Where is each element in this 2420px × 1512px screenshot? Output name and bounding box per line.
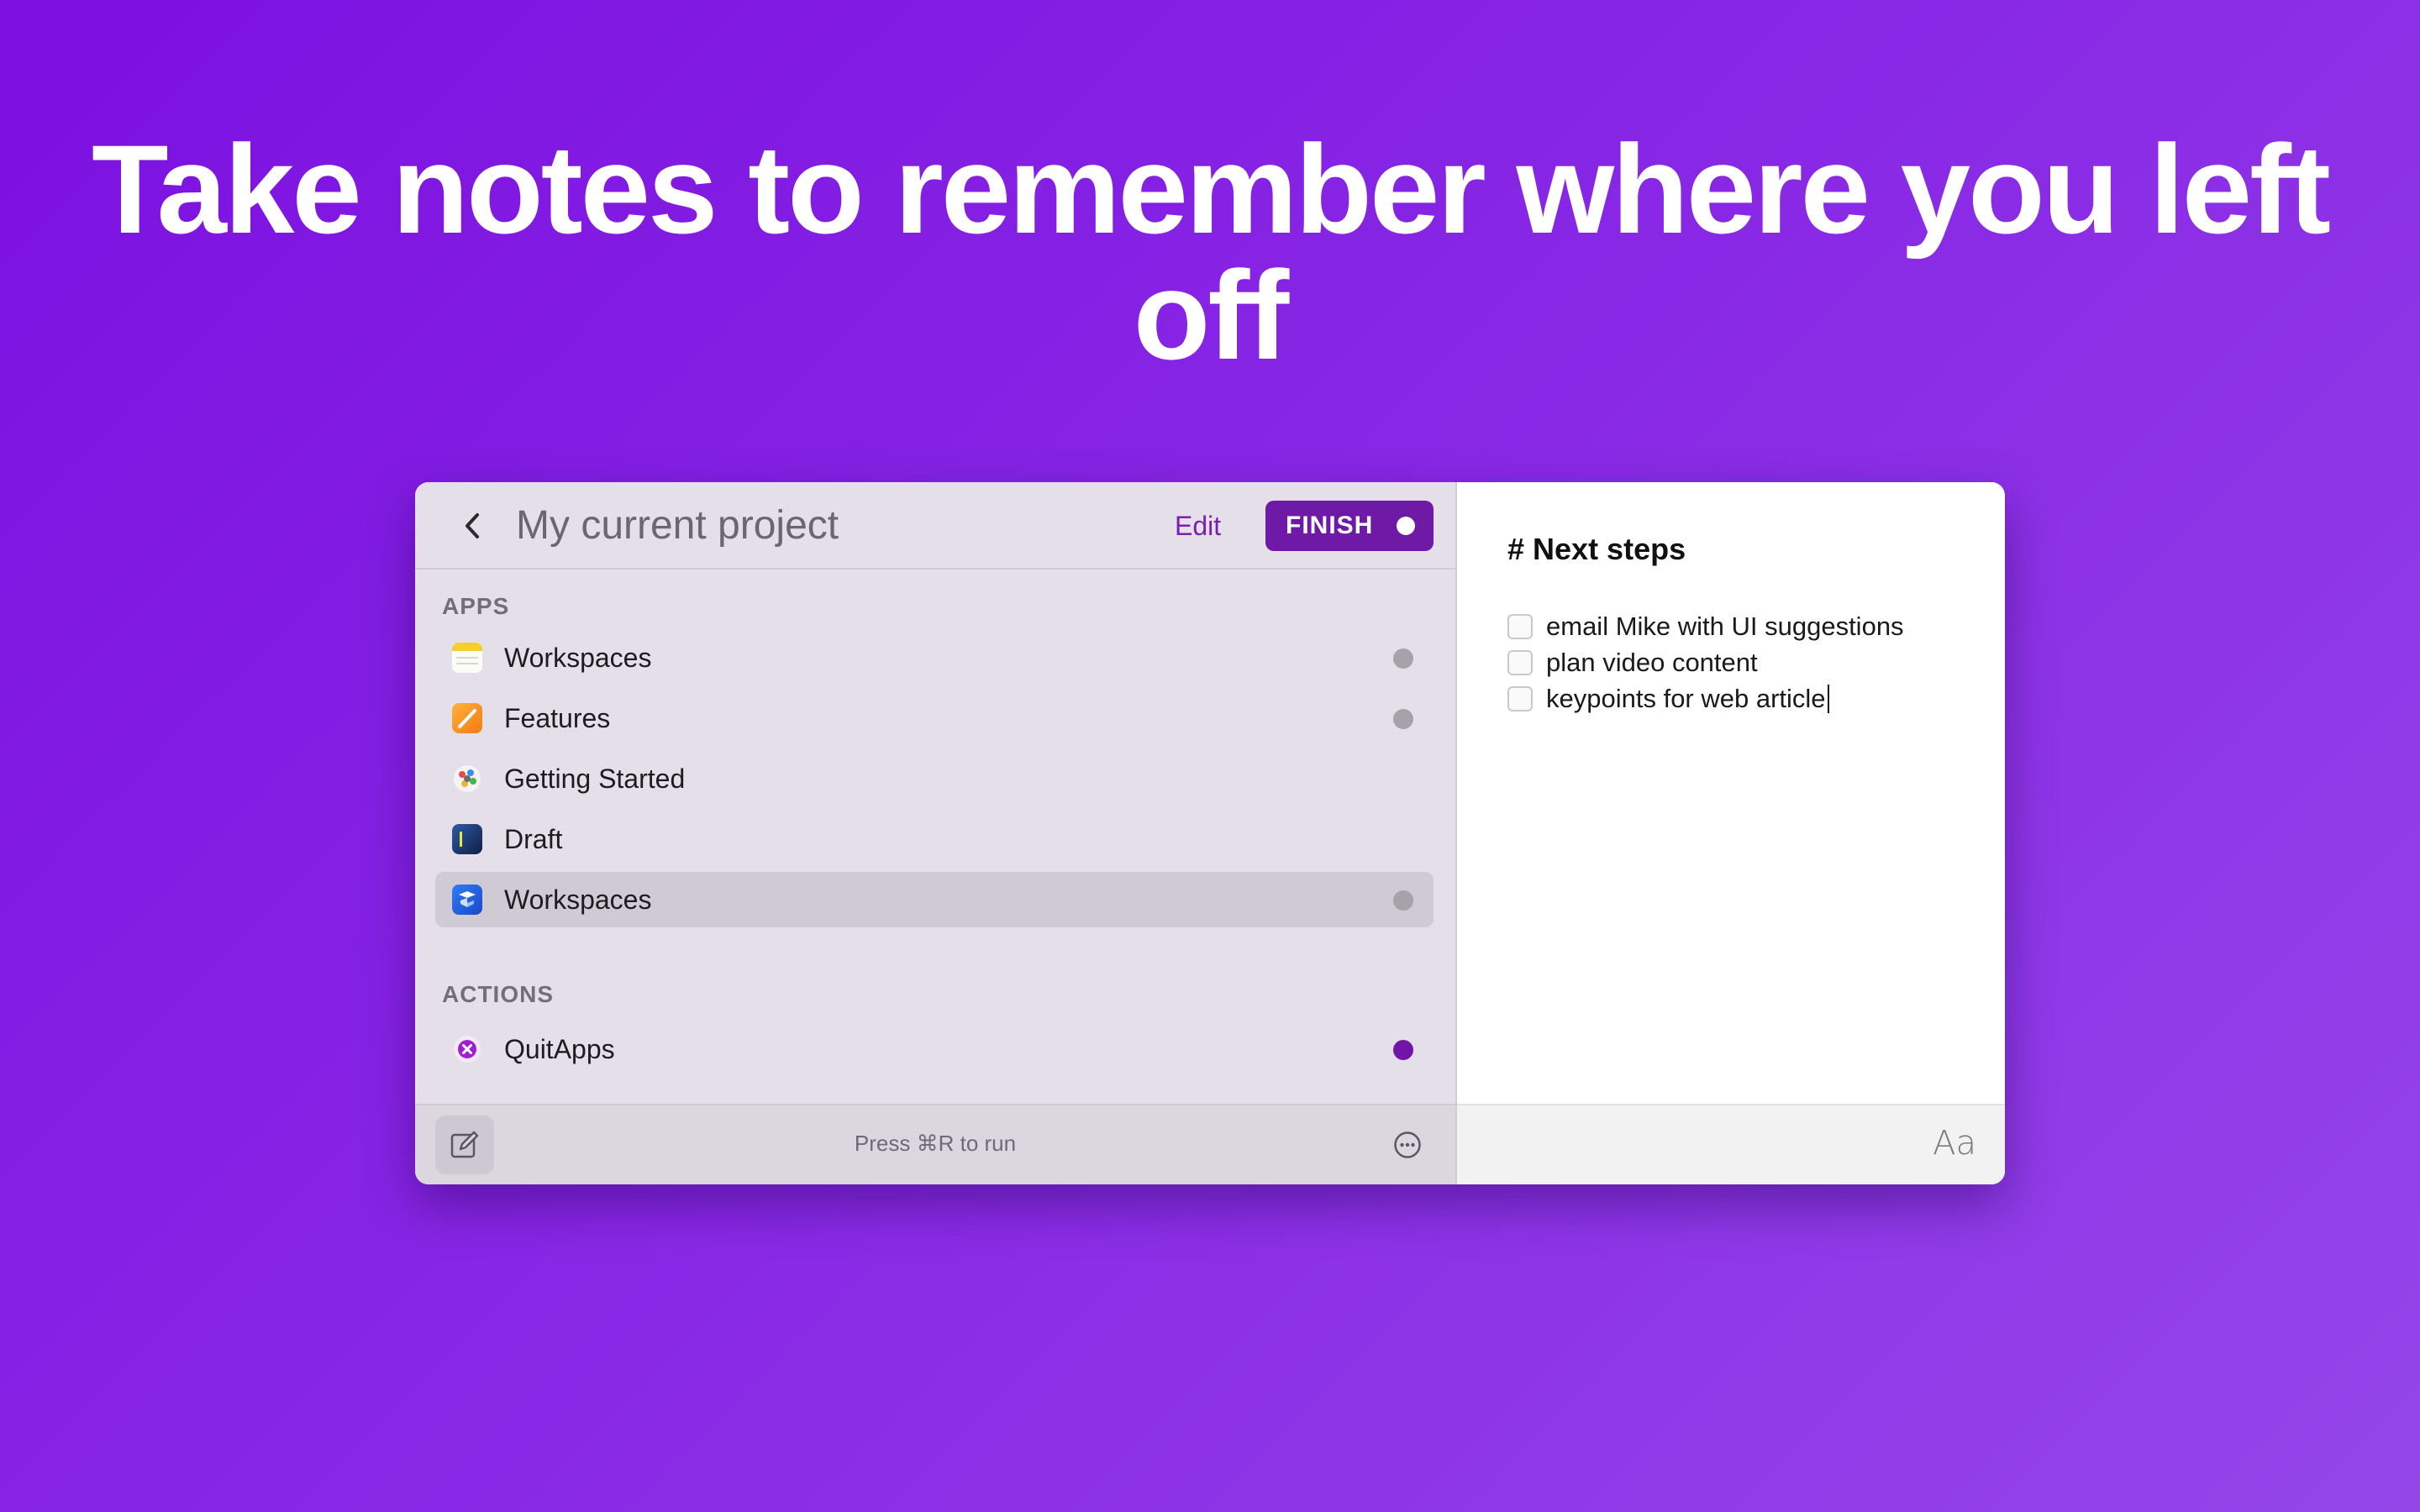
status-dot-icon xyxy=(1393,648,1413,669)
todo-checkbox[interactable] xyxy=(1507,650,1533,675)
status-dot-icon xyxy=(1397,517,1415,535)
ellipsis-circle-icon xyxy=(1394,1131,1421,1158)
todo-checkbox[interactable] xyxy=(1507,686,1533,711)
app-row-draft[interactable]: Draft xyxy=(435,811,1434,867)
finish-button[interactable]: FINISH xyxy=(1265,501,1434,551)
headline: Take notes to remember where you left of… xyxy=(91,118,2331,386)
todo-item: plan video content xyxy=(1507,644,1758,681)
launchpad-app-icon xyxy=(452,764,482,794)
notes-app-icon xyxy=(452,643,482,673)
notes-footer: Aa xyxy=(1457,1104,2005,1184)
font-settings-button[interactable]: Aa xyxy=(1933,1124,1976,1163)
app-row-label: Features xyxy=(504,703,611,733)
todo-text[interactable]: keypoints for web article xyxy=(1546,684,1826,714)
title-bar: My current project Edit FINISH xyxy=(415,482,1455,570)
quitapps-icon xyxy=(452,1034,482,1064)
run-shortcut-hint: Press ⌘R to run xyxy=(854,1131,1017,1156)
app-window: My current project Edit FINISH APPS Work… xyxy=(415,482,2005,1184)
app-row-label: Workspaces xyxy=(504,885,652,915)
notes-heading: # Next steps xyxy=(1507,532,1686,566)
status-dot-icon xyxy=(1393,890,1413,911)
status-dot-icon xyxy=(1393,1040,1413,1060)
todo-item: email Mike with UI suggestions xyxy=(1507,608,1904,645)
todo-text[interactable]: plan video content xyxy=(1546,648,1758,678)
project-title: My current project xyxy=(516,503,839,548)
app-row-features[interactable]: Features xyxy=(435,690,1434,746)
app-row-workspaces-selected[interactable]: Workspaces xyxy=(435,872,1434,927)
todo-text[interactable]: email Mike with UI suggestions xyxy=(1546,612,1904,642)
notes-pane[interactable]: # Next steps email Mike with UI suggesti… xyxy=(1457,482,2005,1184)
edit-button[interactable]: Edit xyxy=(1175,506,1221,546)
app-row-workspaces-notes[interactable]: Workspaces xyxy=(435,630,1434,685)
back-button[interactable] xyxy=(450,504,494,548)
status-dot-icon xyxy=(1393,709,1413,729)
more-options-button[interactable] xyxy=(1393,1131,1422,1159)
app-row-label: Draft xyxy=(504,824,563,854)
app-row-getting-started[interactable]: Getting Started xyxy=(435,751,1434,806)
action-row-quitapps[interactable]: QuitApps xyxy=(435,1021,1434,1077)
todo-item: keypoints for web article xyxy=(1507,680,1829,717)
app-row-label: Getting Started xyxy=(504,764,686,794)
apps-section-header: APPS xyxy=(442,593,510,619)
action-row-label: QuitApps xyxy=(504,1034,615,1064)
workspaces-app-icon xyxy=(452,885,482,915)
app-row-label: Workspaces xyxy=(504,643,652,673)
text-cursor xyxy=(1827,685,1829,713)
todo-checkbox[interactable] xyxy=(1507,614,1533,639)
chevron-left-icon xyxy=(466,513,479,538)
draft-app-icon xyxy=(452,824,482,854)
finish-label: FINISH xyxy=(1286,512,1374,539)
pages-app-icon xyxy=(452,703,482,733)
bottom-toolbar: Press ⌘R to run xyxy=(415,1104,1455,1184)
workspace-pane: My current project Edit FINISH APPS Work… xyxy=(415,482,1457,1184)
actions-section-header: ACTIONS xyxy=(442,981,554,1007)
